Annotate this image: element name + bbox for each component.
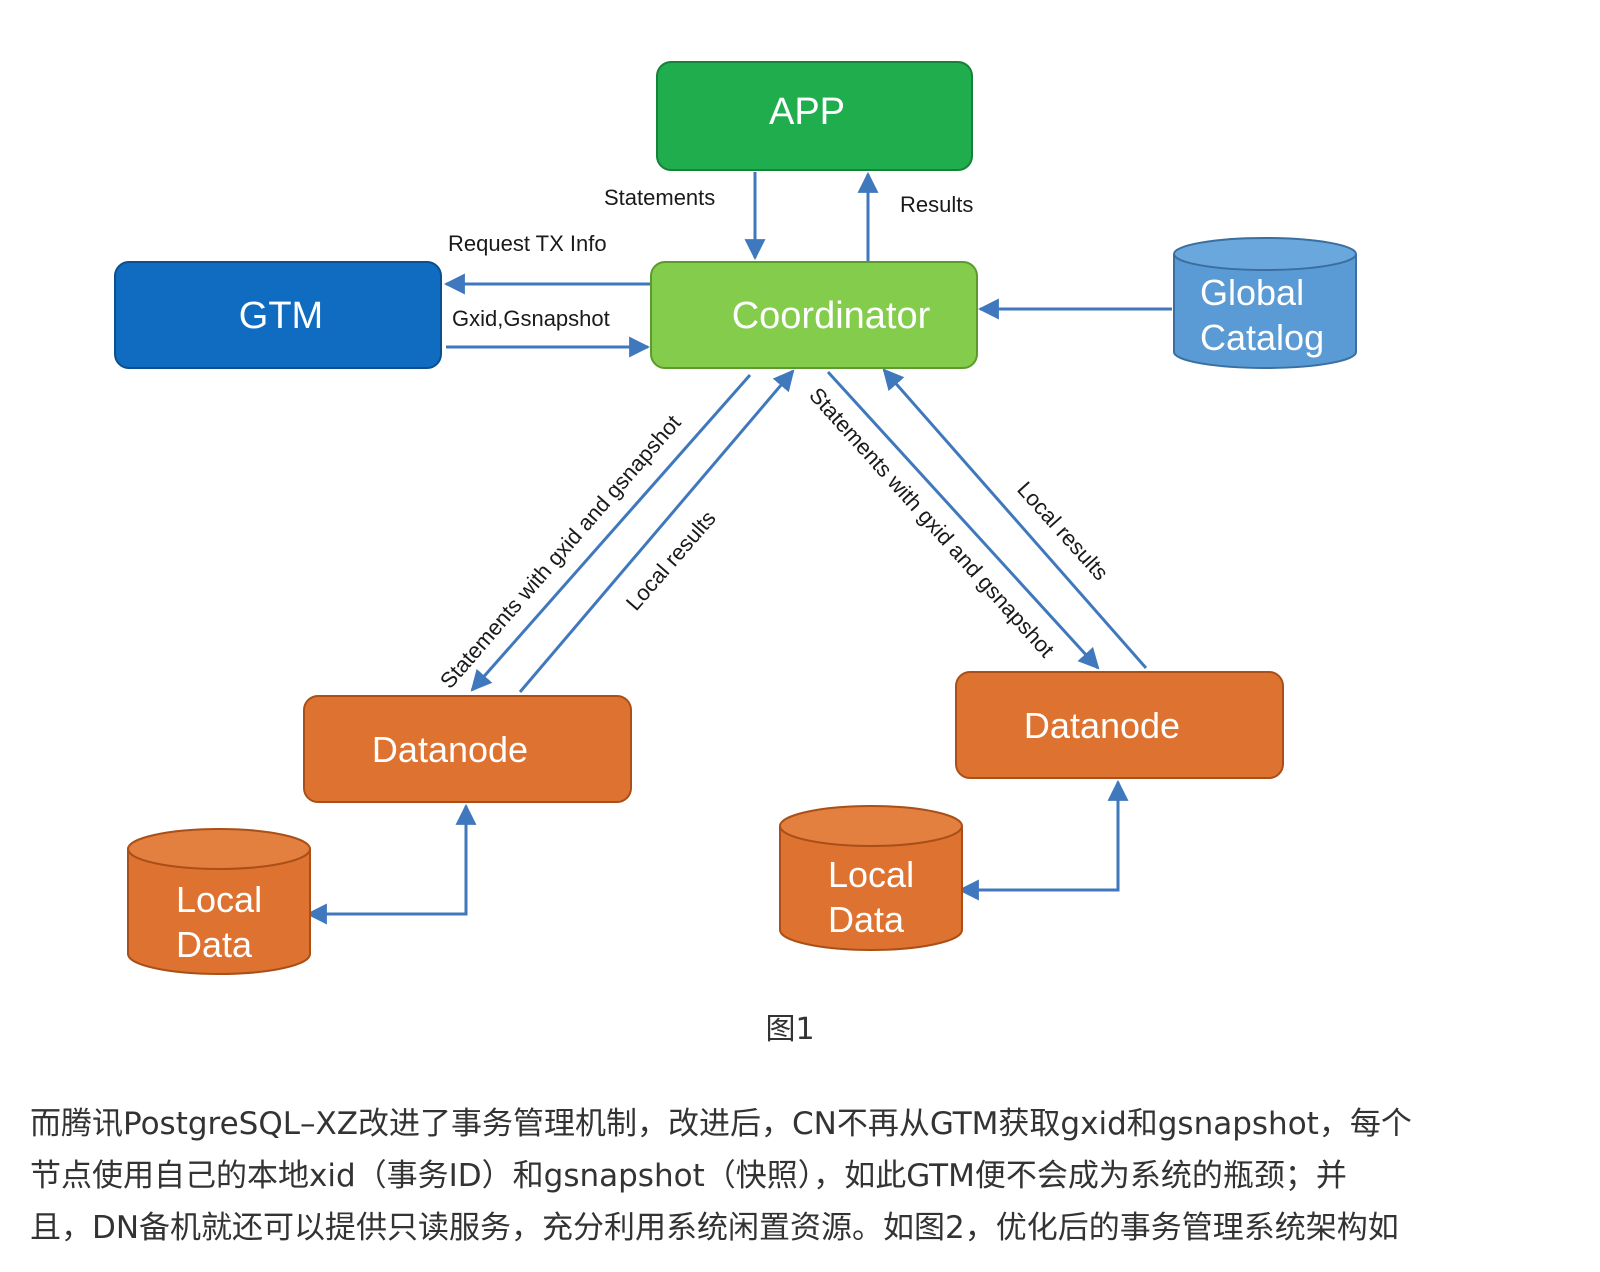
local-data-right-line2: Data (828, 899, 905, 940)
datanode-left-label: Datanode (372, 729, 528, 770)
global-catalog-line2: Catalog (1200, 317, 1324, 358)
label-local-results-right: Local results (1012, 477, 1113, 586)
app-node: APP (656, 61, 973, 171)
coordinator-node: Coordinator (650, 261, 978, 369)
gtm-label: GTM (239, 295, 323, 337)
local-data-left-cylinder: Local Data (127, 828, 311, 975)
global-catalog-cylinder: Global Catalog (1173, 237, 1357, 369)
body-paragraph: 而腾讯PostgreSQL–XZ改进了事务管理机制，改进后，CN不再从GTM获取… (30, 1106, 1412, 1246)
architecture-diagram: APP GTM Coordinator Datanode Datanode Gl… (114, 61, 1357, 975)
label-gxid-gsnapshot: Gxid,Gsnapshot (452, 306, 610, 331)
local-data-right-cylinder: Local Data (779, 805, 963, 951)
datanode-left: Datanode (303, 695, 632, 803)
figure-caption: 图1 (765, 1012, 815, 1047)
label-local-results-left: Local results (621, 506, 721, 616)
label-statements-gxid-left: Statements with gxid and gsnapshot (435, 410, 686, 693)
arrow-datanode-left-to-local-data (305, 803, 477, 925)
datanode-right: Datanode (955, 671, 1284, 779)
local-data-left-line2: Data (176, 924, 253, 965)
app-label: APP (769, 91, 845, 133)
global-catalog-line1: Global (1200, 272, 1304, 313)
datanode-right-label: Datanode (1024, 705, 1180, 746)
label-results: Results (900, 192, 973, 217)
coordinator-label: Coordinator (732, 295, 931, 337)
local-data-left-line1: Local (176, 879, 262, 920)
arrow-datanode-right-to-local-data (957, 779, 1129, 901)
label-request-tx-info: Request TX Info (448, 231, 607, 256)
local-data-right-line1: Local (828, 854, 914, 895)
gtm-node: GTM (114, 261, 442, 369)
label-statements: Statements (604, 185, 715, 210)
